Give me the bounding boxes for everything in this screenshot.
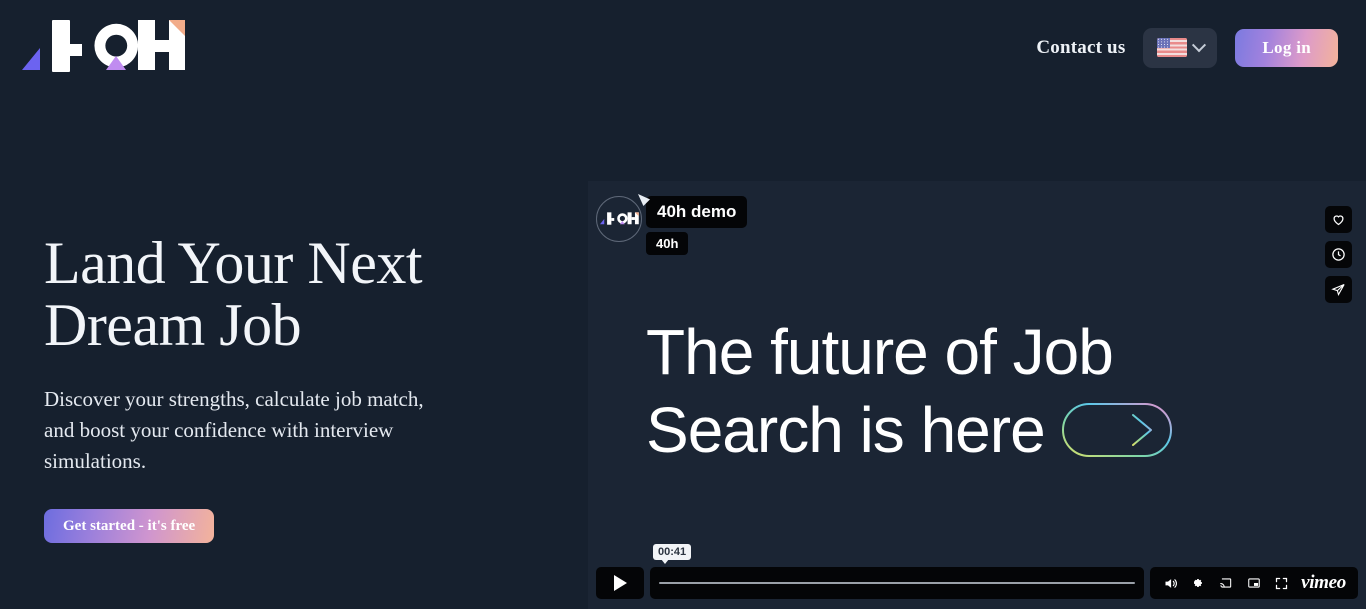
progress-scrubber[interactable]: 00:41 <box>650 544 1145 599</box>
video-headline-line-1: The future of Job <box>646 316 1114 388</box>
contact-us-link[interactable]: Contact us <box>1036 37 1125 59</box>
progress-track <box>659 582 1136 584</box>
vimeo-logo[interactable]: vimeo <box>1301 572 1346 594</box>
hero-title-line-1: Land Your Next <box>44 230 423 296</box>
language-selector[interactable] <box>1143 27 1218 68</box>
brand-logo[interactable] <box>18 18 186 78</box>
share-button[interactable] <box>1325 276 1352 303</box>
hero-title-line-2: Dream Job <box>44 292 302 358</box>
hero-section: Land Your Next Dream Job Discover your s… <box>44 232 514 543</box>
gear-icon <box>1194 578 1202 587</box>
us-flag-icon <box>1156 38 1187 57</box>
control-buttons: vimeo <box>1150 567 1358 599</box>
site-header: Contact us Log in <box>0 0 1366 95</box>
header-nav: Contact us Log in <box>1036 27 1338 68</box>
page-title: Land Your Next Dream Job <box>44 232 514 356</box>
video-headline: The future of Job Search is here <box>646 313 1326 469</box>
40h-logo-avatar-icon <box>599 212 639 225</box>
hero-description: Discover your strengths, calculate job m… <box>44 387 424 473</box>
picture-in-picture-icon <box>1248 578 1260 588</box>
clock-icon <box>1332 248 1345 261</box>
video-actions <box>1325 206 1352 303</box>
settings-button[interactable] <box>1191 576 1206 591</box>
like-button[interactable] <box>1325 206 1352 233</box>
video-title[interactable]: 40h demo <box>646 196 748 228</box>
video-headline-line-2: Search is here <box>646 394 1046 466</box>
play-icon <box>613 575 627 591</box>
paper-plane-icon <box>1331 283 1345 296</box>
volume-button[interactable] <box>1162 576 1179 591</box>
chevron-down-icon <box>1191 37 1206 52</box>
video-meta: 40h demo 40h <box>638 194 748 255</box>
pip-button[interactable] <box>1246 576 1262 590</box>
time-tooltip: 00:41 <box>653 544 692 564</box>
login-button[interactable]: Log in <box>1235 28 1338 67</box>
chromecast-button[interactable] <box>1218 576 1234 590</box>
video-player[interactable]: 40h demo 40h The future of Job Search is… <box>588 181 1366 609</box>
fullscreen-button[interactable] <box>1274 576 1289 591</box>
landing-page: Contact us Log in Land Your Next Dream J… <box>0 0 1366 609</box>
play-button[interactable] <box>596 567 644 599</box>
arrow-right-icon <box>1061 403 1172 457</box>
chromecast-icon <box>1220 578 1232 588</box>
avatar[interactable] <box>596 196 642 242</box>
video-headline-row-2: Search is here <box>646 391 1326 469</box>
heart-icon <box>1333 215 1344 226</box>
watch-later-button[interactable] <box>1325 241 1352 268</box>
fullscreen-icon <box>1275 577 1288 589</box>
video-author[interactable]: 40h <box>646 232 689 255</box>
40h-logo-icon <box>22 19 185 72</box>
get-started-button[interactable]: Get started - it's free <box>44 509 215 543</box>
video-header: 40h demo 40h <box>596 194 748 255</box>
volume-icon <box>1165 578 1177 588</box>
video-controls: 00:41 vimeo <box>596 544 1358 599</box>
